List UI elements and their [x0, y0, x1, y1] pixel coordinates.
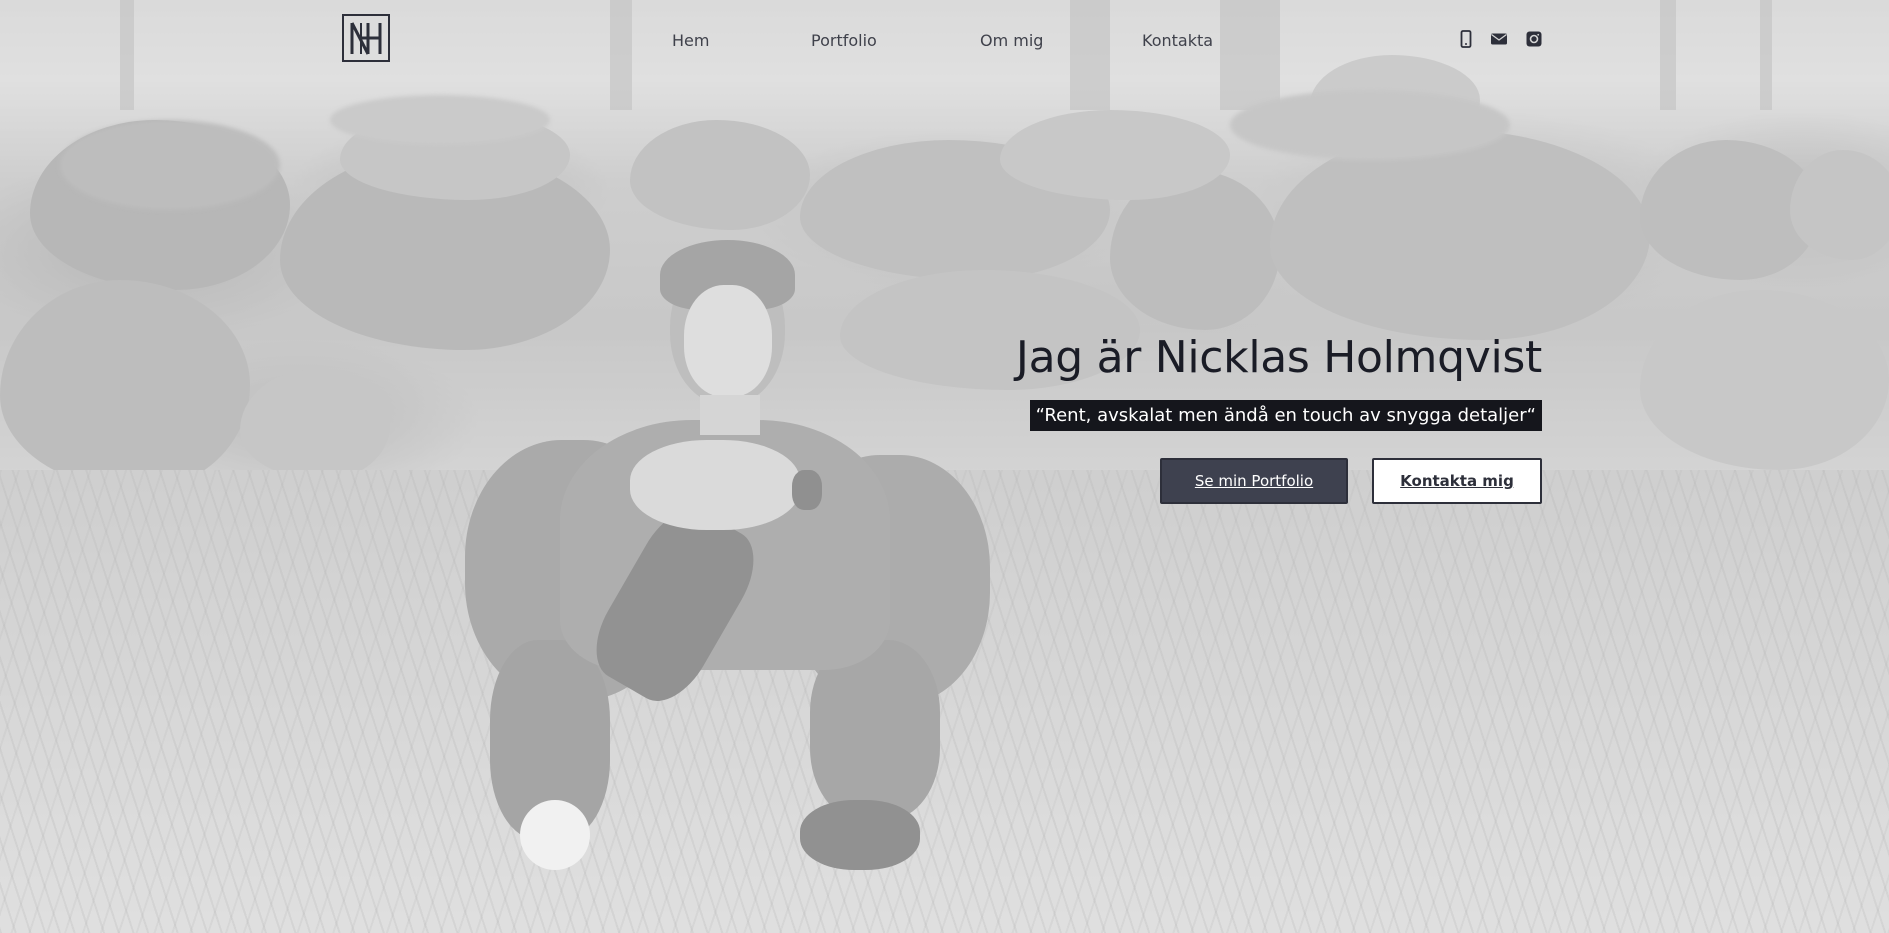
hero-tagline: “Rent, avskalat men ändå en touch av sny… — [1029, 400, 1542, 431]
contact-button[interactable]: Kontakta mig — [1372, 458, 1542, 504]
hero-white-overlay — [0, 0, 1889, 933]
nav-link-om-mig[interactable]: Om mig — [980, 31, 1043, 50]
hero-title: Jag är Nicklas Holmqvist — [1015, 332, 1542, 383]
nh-monogram-logo[interactable] — [342, 14, 390, 62]
mail-icon[interactable] — [1490, 30, 1508, 48]
phone-icon[interactable] — [1457, 30, 1475, 48]
portfolio-button[interactable]: Se min Portfolio — [1160, 458, 1348, 504]
site-header: Hem Portfolio Om mig Kontakta — [0, 0, 1889, 84]
nav-link-portfolio[interactable]: Portfolio — [811, 31, 877, 50]
logo-icon — [350, 22, 382, 55]
hero-background-photo — [0, 0, 1889, 933]
nav-link-hem[interactable]: Hem — [672, 31, 709, 50]
instagram-icon[interactable] — [1525, 30, 1543, 48]
nav-link-kontakta[interactable]: Kontakta — [1142, 31, 1213, 50]
